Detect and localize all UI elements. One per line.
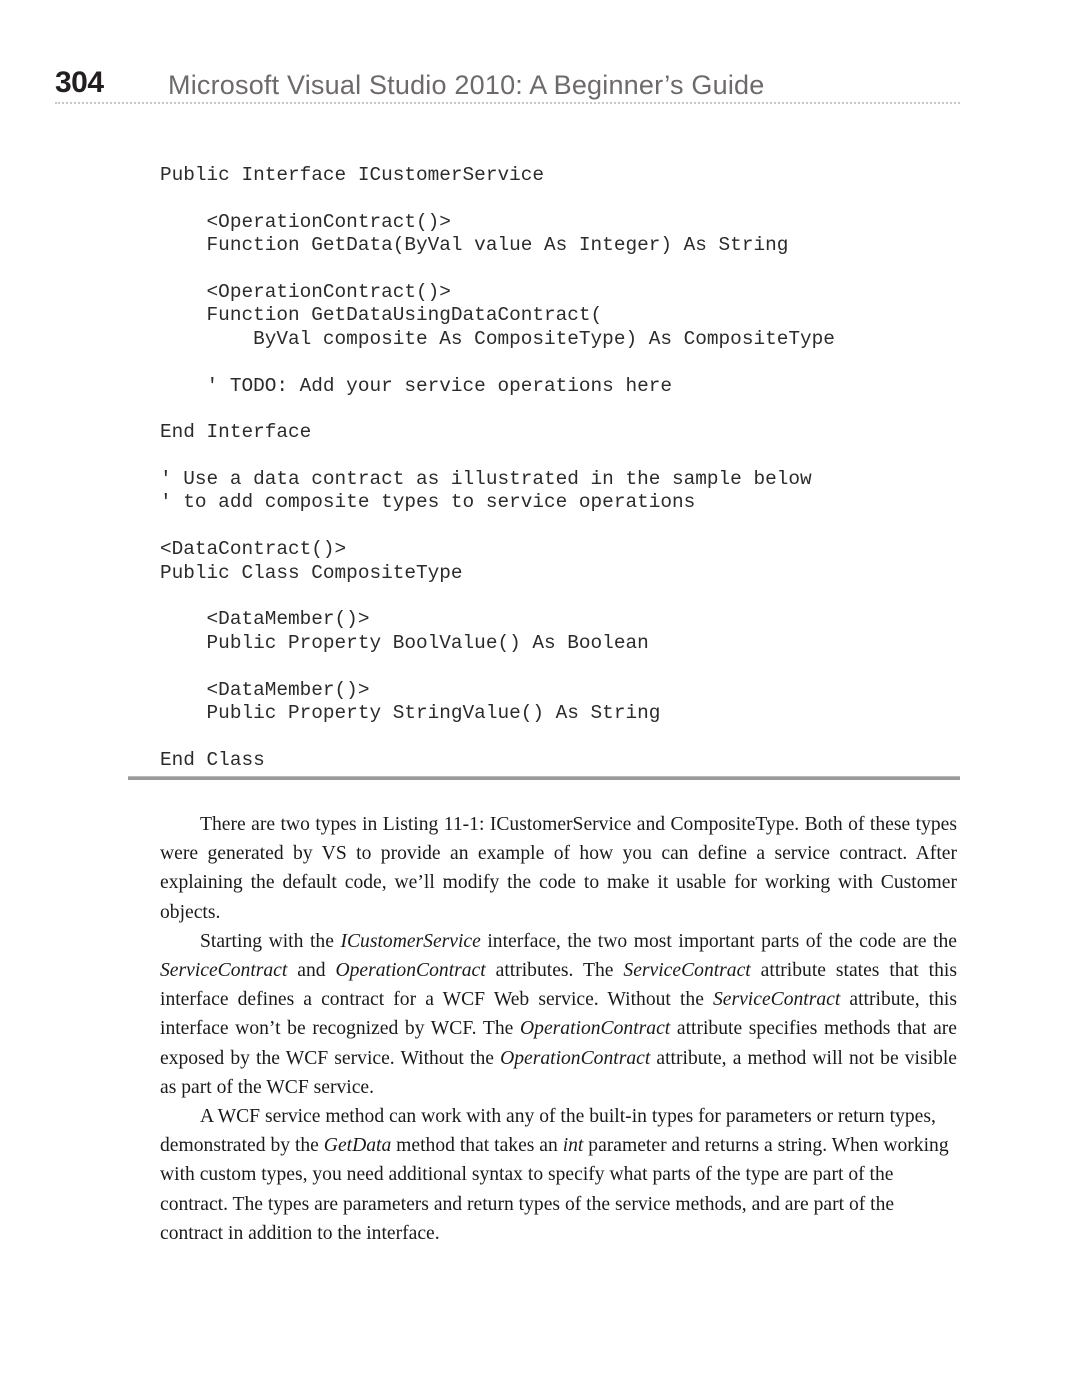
emphasized-term: ICustomerService <box>340 930 481 952</box>
text-run: There are two types in Listing 11-1: ICu… <box>160 814 957 923</box>
code-line: ByVal composite As CompositeType) As Com… <box>160 327 835 350</box>
emphasized-term: OperationContract <box>520 1018 671 1040</box>
code-listing: Public Interface ICustomerService <Opera… <box>160 164 960 772</box>
code-line: <DataMember()> <box>160 608 370 631</box>
text-run: interface, the two most important parts … <box>480 930 957 952</box>
running-head-title: Microsoft Visual Studio 2010: A Beginner… <box>168 70 765 100</box>
body-copy: There are two types in Listing 11-1: ICu… <box>160 810 957 1248</box>
text-run: Starting with the <box>200 930 341 952</box>
code-line: End Class <box>160 748 265 771</box>
listing-divider-rule <box>128 776 960 780</box>
code-line: Public Class CompositeType <box>160 561 463 584</box>
page-header: 304 Microsoft Visual Studio 2010: A Begi… <box>0 0 1080 120</box>
paragraph-listing-types: There are two types in Listing 11-1: ICu… <box>160 810 957 927</box>
code-line: <DataMember()> <box>160 678 370 701</box>
emphasized-term: OperationContract <box>335 960 486 982</box>
code-line: End Interface <box>160 421 312 444</box>
emphasized-term: int <box>562 1135 584 1157</box>
emphasized-term: ServiceContract <box>623 960 751 982</box>
emphasized-term: ServiceContract <box>160 960 288 982</box>
emphasized-term: ServiceContract <box>712 989 841 1011</box>
emphasized-term: GetData <box>323 1135 392 1157</box>
paragraph-service-contract: Starting with the ICustomerService inter… <box>160 927 957 1102</box>
text-run: and <box>287 960 336 982</box>
emphasized-term: OperationContract <box>500 1047 651 1069</box>
code-line: Function GetDataUsingDataContract( <box>160 304 603 327</box>
code-line: ' to add composite types to service oper… <box>160 491 696 514</box>
text-run: attributes. The <box>485 960 624 982</box>
header-dotted-rule <box>55 102 960 106</box>
code-line: Public Interface ICustomerService <box>160 164 544 186</box>
text-run: method that takes an <box>391 1135 563 1157</box>
code-line: <OperationContract()> <box>160 210 451 233</box>
code-line: ' TODO: Add your service operations here <box>160 374 672 397</box>
page-number: 304 <box>55 66 104 99</box>
code-line: Public Property BoolValue() As Boolean <box>160 631 649 654</box>
code-line: <OperationContract()> <box>160 280 451 303</box>
paragraph-builtin-types: A WCF service method can work with any o… <box>160 1102 957 1248</box>
code-line: Function GetData(ByVal value As Integer)… <box>160 234 789 257</box>
code-line: <DataContract()> <box>160 538 347 561</box>
code-line: ' Use a data contract as illustrated in … <box>160 468 812 491</box>
code-line: Public Property StringValue() As String <box>160 701 661 724</box>
